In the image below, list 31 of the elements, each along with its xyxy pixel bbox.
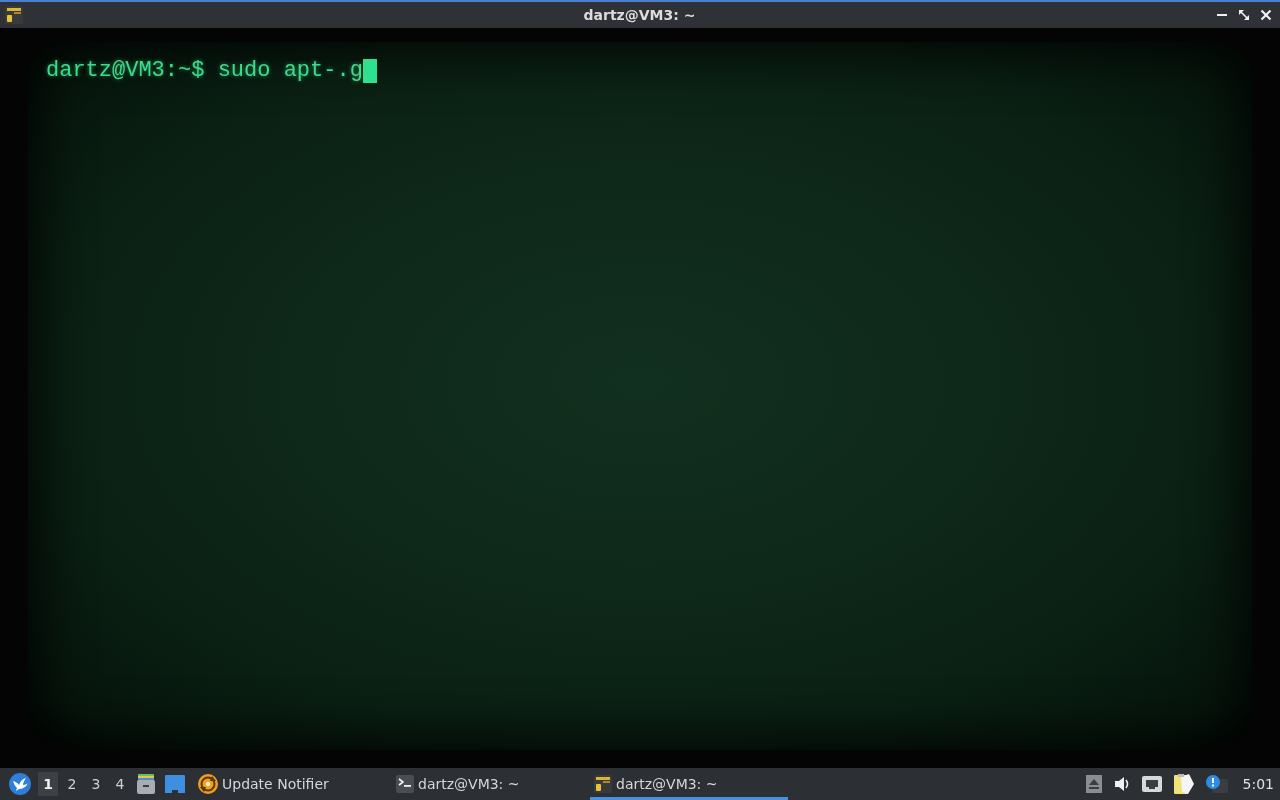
file-manager-button[interactable] bbox=[137, 774, 155, 794]
desktop-icon bbox=[165, 775, 185, 793]
network-port-icon bbox=[1141, 775, 1162, 793]
task-button[interactable]: dartz@VM3: ~ bbox=[590, 768, 788, 800]
drawer-icon bbox=[137, 774, 155, 794]
refresh-icon bbox=[198, 774, 218, 794]
workspace-button[interactable]: 1 bbox=[38, 772, 58, 796]
workspace-button[interactable]: 3 bbox=[86, 772, 106, 796]
app-icon bbox=[594, 775, 612, 793]
task-button[interactable]: dartz@VM3: ~ bbox=[392, 768, 590, 800]
app-icon bbox=[5, 6, 23, 24]
maximize-icon bbox=[1238, 9, 1250, 21]
workspace-button[interactable]: 2 bbox=[62, 772, 82, 796]
maximize-button[interactable] bbox=[1236, 7, 1252, 23]
start-menu-button[interactable] bbox=[9, 773, 31, 795]
clipboard-icon bbox=[1173, 774, 1194, 794]
task-button[interactable]: Update Notifier bbox=[194, 768, 392, 800]
terminal-line: dartz@VM3:~$ sudo apt-.g bbox=[46, 58, 363, 84]
bird-logo-icon bbox=[9, 773, 31, 795]
text-cursor bbox=[362, 59, 377, 83]
show-desktop-button[interactable] bbox=[165, 775, 185, 793]
notification-icon bbox=[1205, 775, 1228, 793]
terminal-screen[interactable]: dartz@VM3:~$ sudo apt-.g bbox=[28, 42, 1252, 750]
close-button[interactable] bbox=[1258, 7, 1274, 23]
close-icon bbox=[1260, 9, 1272, 21]
window-title: dartz@VM3: ~ bbox=[583, 7, 696, 23]
terminal-icon bbox=[396, 775, 414, 793]
workspace-button[interactable]: 4 bbox=[110, 772, 130, 796]
volume-icon bbox=[1113, 775, 1130, 793]
eject-icon bbox=[1085, 775, 1102, 793]
clock: 5:01 bbox=[1242, 776, 1274, 792]
